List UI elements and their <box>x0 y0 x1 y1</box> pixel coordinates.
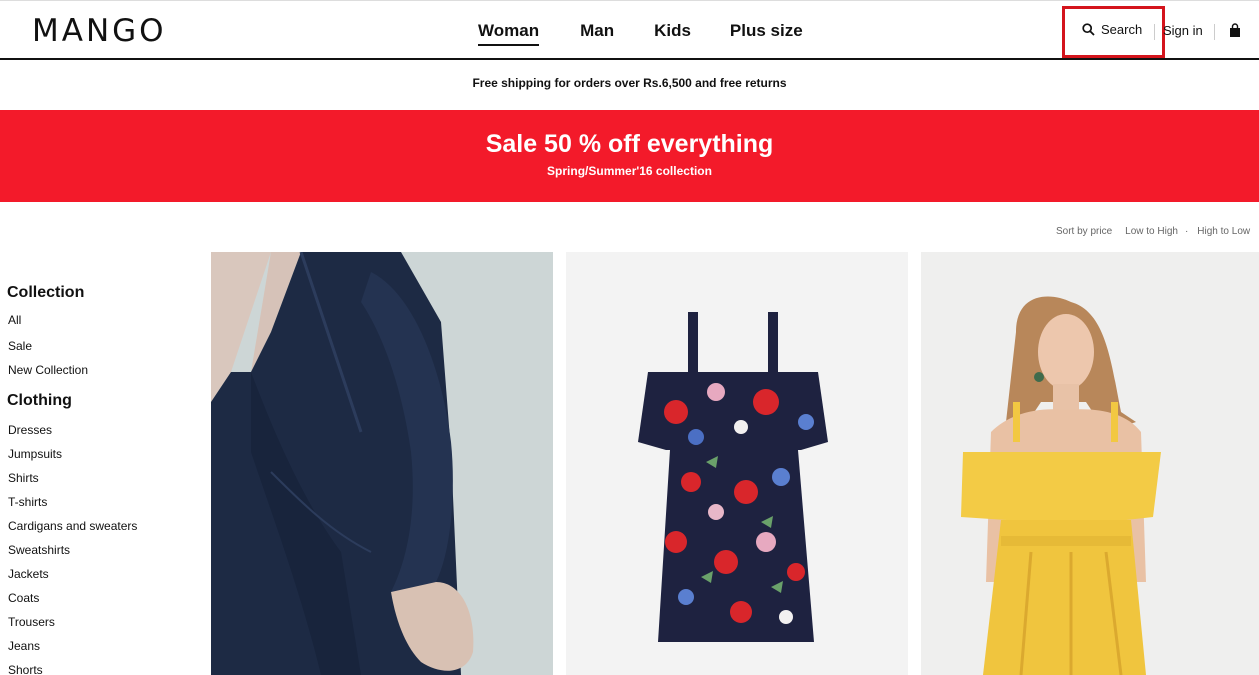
header-divider <box>1154 24 1155 40</box>
product-card-navy-dress[interactable] <box>211 252 553 675</box>
nav-man[interactable]: Man <box>580 21 614 46</box>
sidebar-item-cardigans-and-sweaters[interactable]: Cardigans and sweaters <box>8 519 137 533</box>
collection-heading: Collection <box>7 284 85 301</box>
main-nav: Woman Man Kids Plus size <box>478 21 803 46</box>
sidebar-item-jackets[interactable]: Jackets <box>8 567 49 581</box>
sale-banner[interactable]: Sale 50 % off everything Spring/Summer'1… <box>0 110 1259 202</box>
sidebar-item-dresses[interactable]: Dresses <box>8 423 52 437</box>
sort-label: Sort by price <box>1056 226 1113 237</box>
shopping-bag-icon[interactable] <box>1229 23 1241 38</box>
nav-kids[interactable]: Kids <box>654 21 691 46</box>
sidebar-item-all[interactable]: All <box>8 313 21 327</box>
mango-logo[interactable]: MANGO <box>32 13 167 49</box>
sort-high-to-low[interactable]: High to Low <box>1197 226 1250 237</box>
sidebar-item-new-collection[interactable]: New Collection <box>8 363 88 377</box>
sidebar-item-shorts[interactable]: Shorts <box>8 663 43 675</box>
sidebar-item-shirts[interactable]: Shirts <box>8 471 39 485</box>
header-divider <box>1214 24 1215 40</box>
sidebar-item-sale[interactable]: Sale <box>8 339 32 353</box>
sidebar-item-t-shirts[interactable]: T-shirts <box>8 495 47 509</box>
sort-separator: · <box>1184 226 1189 237</box>
sale-subtitle: Spring/Summer'16 collection <box>547 164 712 178</box>
clothing-heading: Clothing <box>7 392 72 409</box>
sort-bar: Sort by price Low to High · High to Low <box>1056 226 1259 237</box>
site-header: MANGO Woman Man Kids Plus size Search Si… <box>0 0 1259 60</box>
sidebar-item-jumpsuits[interactable]: Jumpsuits <box>8 447 62 461</box>
sidebar-item-sweatshirts[interactable]: Sweatshirts <box>8 543 70 557</box>
sign-in-link[interactable]: Sign in <box>1163 23 1203 38</box>
floral-off-shoulder-dress-photo <box>566 252 908 675</box>
sidebar-item-trousers[interactable]: Trousers <box>8 615 55 629</box>
search-button[interactable]: Search <box>1082 22 1142 37</box>
nav-plus-size[interactable]: Plus size <box>730 21 803 46</box>
sidebar-item-jeans[interactable]: Jeans <box>8 639 40 653</box>
sale-title: Sale 50 % off everything <box>485 130 774 158</box>
yellow-off-shoulder-dress-photo <box>921 252 1259 675</box>
shipping-notice: Free shipping for orders over Rs.6,500 a… <box>472 76 787 90</box>
product-card-floral-dress[interactable] <box>566 252 908 675</box>
product-card-yellow-dress[interactable] <box>921 252 1259 675</box>
search-label: Search <box>1101 22 1143 37</box>
navy-wrap-dress-photo <box>211 252 553 675</box>
sort-low-to-high[interactable]: Low to High <box>1125 226 1178 237</box>
search-icon <box>1082 23 1095 36</box>
sidebar-item-coats[interactable]: Coats <box>8 591 39 605</box>
nav-woman[interactable]: Woman <box>478 21 540 46</box>
